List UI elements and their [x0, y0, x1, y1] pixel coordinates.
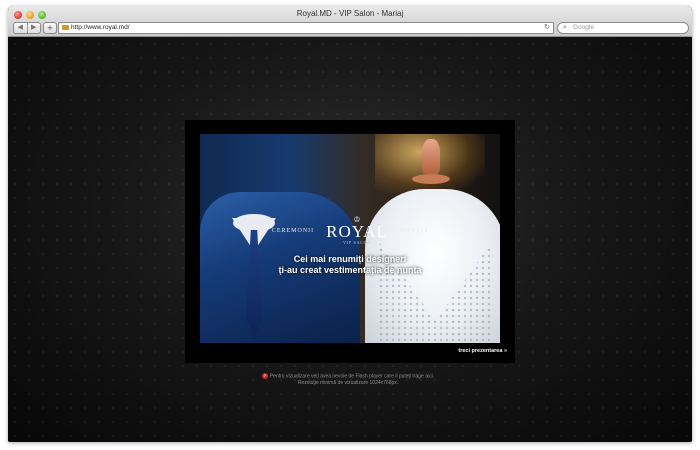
page-content: CEREMONII ♔ ROYAL VIP SALON MARIAJ Cei m… — [8, 37, 692, 442]
search-field[interactable]: ⌕ Google — [557, 22, 689, 34]
warning-icon: ? — [261, 373, 268, 379]
address-bar[interactable]: http://www.royal.md/ ↻ — [58, 22, 554, 34]
url-text: http://www.royal.md/ — [71, 24, 130, 31]
tagline-line-1: Cei mai renumiți designeri — [293, 254, 407, 264]
wedding-attire-photo: CEREMONII ♔ ROYAL VIP SALON MARIAJ Cei m… — [200, 134, 500, 343]
ceremonii-link[interactable]: CEREMONII — [272, 228, 314, 234]
notice-line-2: Rezoluție minimă de vizualizare 1024x768… — [297, 379, 399, 386]
tagline-line-2: ți-au creat vestimentația de nunta — [278, 265, 422, 275]
dress-mannequin-cap — [422, 139, 440, 174]
logo-row: CEREMONII ♔ ROYAL VIP SALON MARIAJ — [200, 216, 500, 246]
flash-notice: ? Pentru vizualizare veți avea nevoie de … — [238, 373, 458, 386]
tie — [246, 230, 262, 340]
search-placeholder: Google — [573, 24, 594, 31]
reload-icon[interactable]: ↻ — [544, 23, 550, 33]
tagline: Cei mai renumiți designeri ți-au creat v… — [200, 254, 500, 276]
royal-logo: ♔ ROYAL VIP SALON — [326, 216, 388, 246]
skip-intro-link[interactable]: treci prezentarea » — [458, 348, 507, 354]
dress-mannequin-base — [412, 174, 450, 184]
titlebar: Royal.MD - VIP Salon - Mariaj ◀ ▶ + http… — [8, 6, 692, 37]
browser-window: Royal.MD - VIP Salon - Mariaj ◀ ▶ + http… — [8, 6, 692, 442]
search-icon: ⌕ — [563, 24, 567, 31]
favicon-icon — [62, 25, 69, 30]
add-bookmark-button[interactable]: + — [43, 22, 57, 34]
nav-buttons: ◀ ▶ — [13, 22, 41, 34]
logo-subtitle: VIP SALON — [343, 240, 371, 245]
flash-presentation: CEREMONII ♔ ROYAL VIP SALON MARIAJ Cei m… — [185, 120, 515, 363]
back-button[interactable]: ◀ — [14, 23, 27, 33]
window-title: Royal.MD - VIP Salon - Mariaj — [296, 9, 404, 18]
notice-line-1[interactable]: Pentru vizualizare veți avea nevoie de F… — [270, 373, 434, 379]
mariaj-link[interactable]: MARIAJ — [400, 228, 428, 234]
logo-name: ROYAL — [326, 222, 388, 241]
forward-button[interactable]: ▶ — [26, 23, 41, 33]
